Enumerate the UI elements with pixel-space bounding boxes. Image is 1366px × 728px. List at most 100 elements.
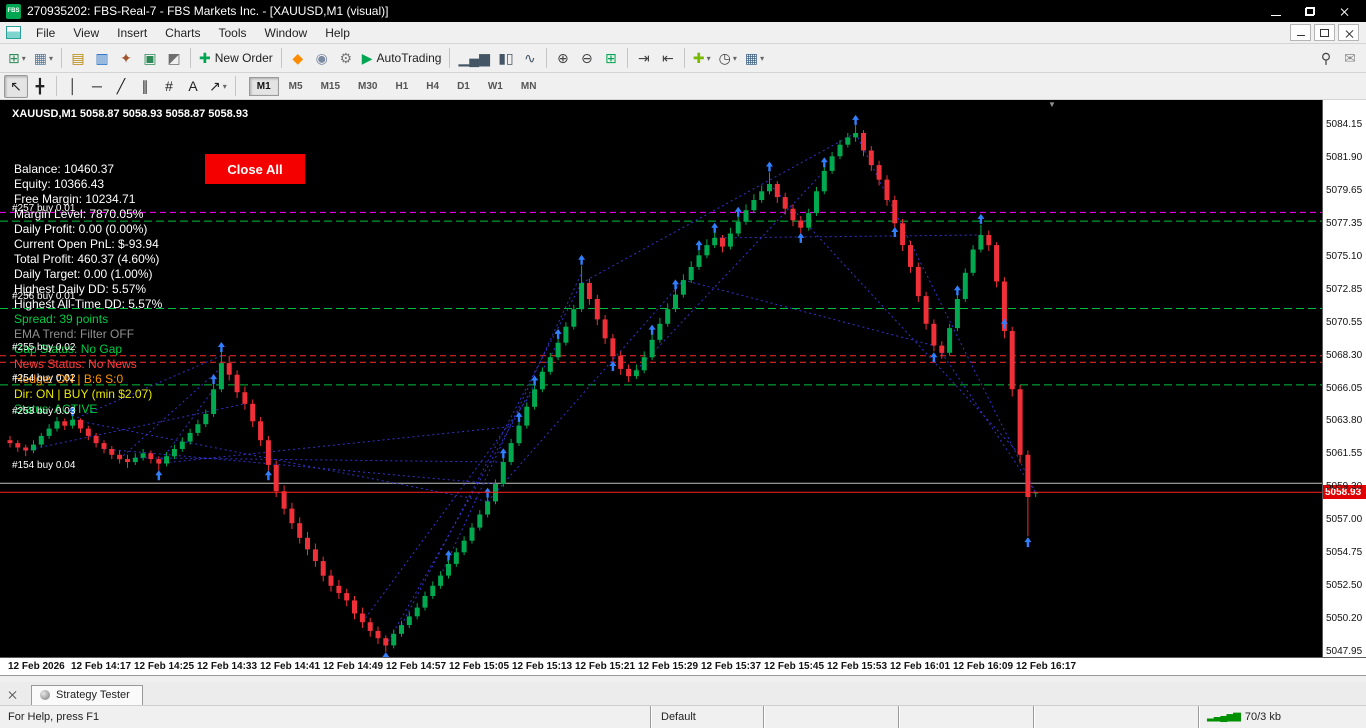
chart-shift-icon: ⇥ [638, 50, 650, 66]
dropdown-arrow-icon: ▾ [760, 53, 765, 63]
ea-info-line: Dir: ON | BUY (min $2.07) [14, 387, 153, 401]
tile-windows-button[interactable]: ⊞ [599, 47, 623, 70]
status-spacer [1108, 706, 1198, 728]
menu-view[interactable]: View [64, 24, 108, 42]
time-tick: 12 Feb 14:25 [134, 661, 195, 672]
timeframe-w1[interactable]: W1 [480, 77, 511, 96]
price-scale[interactable]: 5058.93 5084.15 5081.90 5079.65 5077.35 5075… [1322, 100, 1366, 657]
fibonacci-button[interactable]: # [157, 75, 181, 98]
cursor-button[interactable]: ↖ [4, 74, 28, 98]
close-button[interactable] [1330, 2, 1358, 20]
menu-file[interactable]: File [27, 24, 64, 42]
mdi-close-button[interactable] [1338, 24, 1359, 41]
timeframe-h1[interactable]: H1 [387, 77, 416, 96]
toolbar-separator [56, 76, 57, 96]
crosshair-button[interactable]: ╋ [28, 75, 52, 98]
metaeditor-button[interactable]: ◆ [286, 47, 310, 70]
status-cell-empty-3 [1033, 706, 1108, 728]
timeframe-d1[interactable]: D1 [449, 77, 478, 96]
menu-insert[interactable]: Insert [108, 24, 156, 42]
signal-bars-icon: ▂▃▄▅▆ [1207, 711, 1241, 722]
menu-bar: File View Insert Charts Tools Window Help [0, 22, 1366, 44]
fbs-logo-icon: FBS [6, 3, 21, 19]
price-tick: 5066.05 [1326, 382, 1363, 394]
vertical-line-button[interactable]: │ [61, 75, 85, 98]
chart-shift-button[interactable]: ⇥ [632, 47, 656, 70]
zoom-out-button[interactable]: ⊖ [575, 47, 599, 70]
new-chart-button[interactable]: ⊞ ▾ [4, 47, 30, 70]
price-tick: 5054.75 [1326, 547, 1363, 559]
tester-close-button[interactable] [5, 687, 19, 701]
time-tick: 12 Feb 15:05 [449, 661, 510, 672]
timeframe-m15[interactable]: M15 [313, 77, 348, 96]
trade-position-label: #257 buy 0.01 [12, 202, 76, 214]
mdi-minimize-icon [1296, 35, 1305, 36]
strategy-tester-button[interactable]: ◩ [162, 47, 186, 70]
templates-button[interactable]: ▦ ▾ [741, 47, 768, 70]
zoom-out-icon: ⊖ [581, 50, 593, 66]
timeframe-h4[interactable]: H4 [418, 77, 447, 96]
timeframe-m1[interactable]: M1 [248, 76, 279, 96]
indicators-button[interactable]: ✚ ▾ [689, 47, 715, 70]
autotrading-button[interactable]: ▶ AutoTrading [358, 47, 446, 70]
market-watch-button[interactable]: ▤ [66, 47, 90, 70]
profiles-button[interactable]: ▦ ▾ [30, 47, 57, 70]
ea-info-line: News Status: No News [14, 357, 137, 371]
chart-canvas[interactable]: XAUUSD,M1 5058.87 5058.93 5058.87 5058.9… [0, 100, 1322, 657]
strategy-tester-label: Strategy Tester [56, 689, 130, 701]
menu-charts[interactable]: Charts [156, 24, 209, 42]
time-tick: 12 Feb 14:57 [386, 661, 447, 672]
timeframe-mn[interactable]: MN [513, 77, 545, 96]
minimize-button[interactable] [1262, 2, 1290, 20]
new-order-button[interactable]: ✚ New Order [195, 47, 277, 70]
time-tick: 12 Feb 15:13 [512, 661, 573, 672]
time-tick: 12 Feb 15:53 [827, 661, 888, 672]
chart-line-button[interactable]: ∿ [518, 47, 542, 70]
community-button[interactable]: ◉ [310, 47, 334, 70]
status-help-text: For Help, press F1 [8, 711, 100, 723]
ea-info-line: Total Profit: 460.37 (4.60%) [14, 252, 160, 266]
navigator-button[interactable]: ✦ [114, 47, 138, 70]
search-button[interactable]: ⚲ [1314, 47, 1338, 70]
toolbar-separator [626, 48, 628, 68]
options-button[interactable]: ⚙ [334, 47, 358, 70]
time-axis[interactable]: 12 Feb 2026 12 Feb 14:17 12 Feb 14:25 12 Fe… [0, 657, 1366, 675]
trendline-button[interactable]: ╱ [109, 75, 133, 98]
zoom-in-button[interactable]: ⊕ [551, 47, 575, 70]
chart-autoscroll-button[interactable]: ⇤ [656, 47, 680, 70]
chat-icon: ✉ [1344, 50, 1356, 66]
periods-button[interactable]: ◷ ▾ [715, 47, 741, 70]
dropdown-arrow-icon: ▾ [48, 53, 53, 63]
menu-tools[interactable]: Tools [210, 24, 256, 42]
mdi-restore-button[interactable] [1314, 24, 1335, 41]
terminal-button[interactable]: ▣ [138, 47, 162, 70]
close-all-button[interactable]: Close All [205, 154, 305, 184]
menu-window[interactable]: Window [256, 24, 317, 42]
arrows-tool-button[interactable]: ↗ ▾ [205, 75, 231, 98]
channel-button[interactable]: ∥ [133, 75, 157, 98]
trade-position-label: #154 buy 0.04 [12, 460, 76, 472]
strategy-tester-icon [40, 690, 50, 700]
menu-help[interactable]: Help [316, 24, 359, 42]
status-bar: For Help, press F1 Default ▂▃▄▅▆ 70/3 kb [0, 706, 1366, 728]
time-tick: 12 Feb 16:17 [1016, 661, 1077, 672]
chart-candles-button[interactable]: ▮▯ [494, 47, 518, 70]
chart-bars-button[interactable]: ▁▄▆ [454, 47, 493, 70]
timeframe-m5[interactable]: M5 [281, 77, 311, 96]
panel-splitter[interactable] [0, 675, 1366, 682]
price-tick: 5047.95 [1326, 646, 1363, 658]
text-button[interactable]: A [181, 75, 205, 98]
price-tick: 5052.50 [1326, 579, 1363, 591]
horizontal-line-button[interactable]: ─ [85, 75, 109, 98]
data-window-button[interactable]: ▥ [90, 47, 114, 70]
restore-button[interactable] [1296, 2, 1324, 20]
mdi-minimize-button[interactable] [1290, 24, 1311, 41]
chat-button[interactable]: ✉ [1338, 47, 1362, 70]
status-profile-cell[interactable]: Default [650, 706, 763, 728]
trendline-icon: ╱ [116, 78, 126, 94]
tab-strategy-tester[interactable]: Strategy Tester [31, 685, 143, 705]
timeframe-m30[interactable]: M30 [350, 77, 385, 96]
cursor-icon: ↖ [10, 78, 22, 94]
vertical-line-icon: │ [68, 78, 78, 94]
price-tick: 5063.80 [1326, 415, 1363, 427]
